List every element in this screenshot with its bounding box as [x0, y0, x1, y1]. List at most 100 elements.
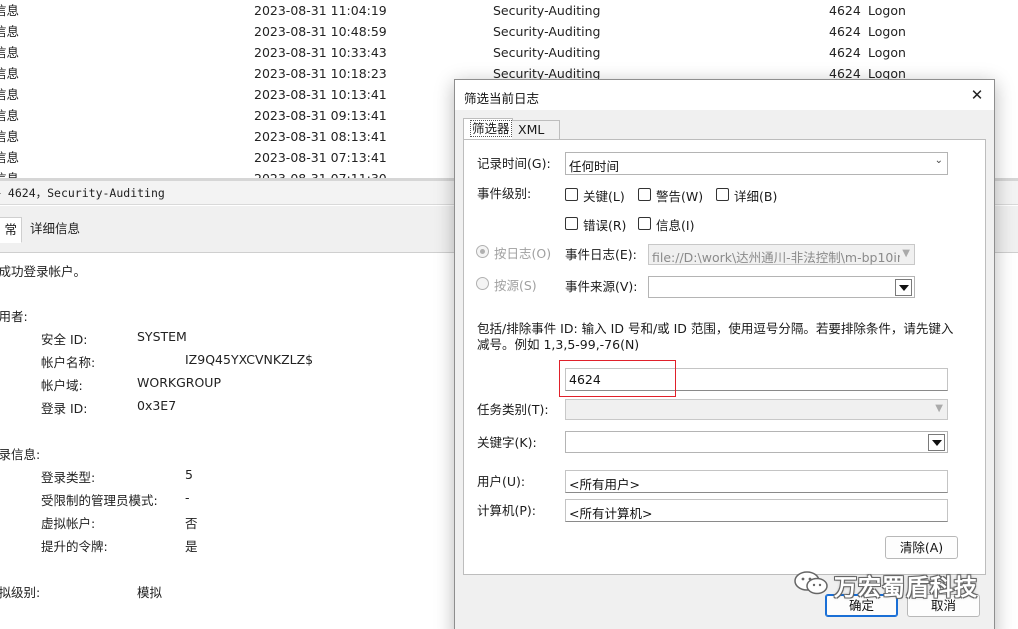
- event-sources-label: 事件来源(V):: [565, 279, 638, 294]
- event-category: Logon: [868, 24, 906, 39]
- close-icon[interactable]: ✕: [966, 84, 988, 106]
- desc-value: SYSTEM: [137, 329, 187, 344]
- verbose-checkbox[interactable]: [716, 188, 729, 201]
- task-category-label: 任务类别(T):: [477, 402, 549, 417]
- desc-label: 登录 ID:: [41, 401, 88, 416]
- task-category-select[interactable]: ▼: [565, 399, 948, 420]
- event-level: 信息: [0, 108, 20, 123]
- tab-details[interactable]: 详细信息: [26, 217, 84, 243]
- event-date: 2023-08-31 09:13:41: [254, 108, 387, 123]
- keywords-label: 关键字(K):: [477, 435, 537, 450]
- event-level: 信息: [0, 168, 19, 178]
- desc-label: 帐户域:: [41, 378, 83, 393]
- desc-label: 模拟级别:: [0, 585, 41, 600]
- desc-intro: 已成功登录帐户。: [0, 264, 87, 279]
- event-source: Security-Auditing: [493, 3, 601, 18]
- desc-value: WORKGROUP: [137, 375, 221, 390]
- by-source-radio[interactable]: [476, 277, 489, 290]
- tab-filter-label: 筛选器: [470, 120, 512, 137]
- tab-xml[interactable]: XML: [512, 120, 560, 140]
- dialog-title: 筛选当前日志: [464, 91, 540, 106]
- by-source-label: 按源(S): [494, 278, 537, 293]
- desc-value: IZ9Q45YXCVNKZLZ$: [185, 352, 314, 367]
- critical-checkbox[interactable]: [565, 188, 578, 201]
- event-logs-select[interactable]: file://D:\work\达州通川-非法控制\m-bp10inc ▼: [648, 244, 915, 265]
- desc-label: 提升的令牌:: [41, 539, 108, 554]
- event-level-label: 事件级别:: [477, 186, 532, 201]
- event-date: 2023-08-31 07:11:30: [254, 168, 387, 178]
- desc-value: 否: [185, 516, 198, 531]
- highlight-annotation: [559, 360, 676, 397]
- event-date: 2023-08-31 10:18:23: [254, 66, 387, 81]
- filter-dialog: 筛选当前日志 ✕ 筛选器 XML 记录时间(G): 任何时间 ⌄ 事件级别: 关…: [454, 79, 995, 629]
- chevron-down-icon[interactable]: [895, 279, 912, 296]
- logged-value: 任何时间: [569, 159, 620, 174]
- event-id: 4624: [829, 3, 861, 18]
- event-date: 2023-08-31 10:33:43: [254, 45, 387, 60]
- keywords-select[interactable]: [565, 431, 948, 453]
- verbose-label: 详细(B): [734, 189, 778, 204]
- info-label: 信息(I): [656, 218, 695, 233]
- chevron-down-icon: ▼: [935, 403, 943, 414]
- info-checkbox[interactable]: [638, 217, 651, 230]
- event-level: 信息: [0, 45, 20, 60]
- logged-label: 记录时间(G):: [477, 156, 551, 171]
- event-level: 信息: [0, 3, 20, 18]
- desc-label: 帐户名称:: [41, 355, 96, 370]
- event-date: 2023-08-31 11:04:19: [254, 3, 387, 18]
- event-date: 2023-08-31 08:13:41: [254, 129, 387, 144]
- wechat-icon: [794, 571, 828, 595]
- warning-checkbox[interactable]: [638, 188, 651, 201]
- desc-value: 5: [185, 467, 193, 482]
- desc-subject: 使用者:: [0, 309, 28, 324]
- clear-button[interactable]: 清除(A): [885, 536, 958, 559]
- desc-value: -: [185, 490, 190, 505]
- desc-logon-info: 登录信息:: [0, 447, 41, 462]
- event-source: Security-Auditing: [493, 45, 601, 60]
- chevron-down-icon[interactable]: [928, 434, 945, 451]
- tab-general[interactable]: 常规: [0, 217, 22, 243]
- event-id: 4624: [829, 45, 861, 60]
- event-row[interactable]: 信息 2023-08-31 10:33:43 Security-Auditing…: [0, 42, 1018, 63]
- event-id: 4624: [829, 24, 861, 39]
- desc-label: 虚拟帐户:: [41, 516, 96, 531]
- computer-value: <所有计算机>: [569, 506, 653, 521]
- warning-label: 警告(W): [656, 189, 704, 204]
- event-row[interactable]: 信息 2023-08-31 11:04:19 Security-Auditing…: [0, 0, 1018, 21]
- user-label: 用户(U):: [477, 474, 526, 489]
- user-input[interactable]: <所有用户>: [565, 470, 948, 493]
- include-hint-line2: 减号。例如 1,3,5-99,-76(N): [477, 337, 640, 352]
- event-date: 2023-08-31 10:48:59: [254, 24, 387, 39]
- desc-value: 模拟: [137, 585, 163, 600]
- event-category: Logon: [868, 45, 906, 60]
- by-log-label: 按日志(O): [494, 246, 552, 261]
- event-level: 信息: [0, 150, 20, 165]
- by-log-radio[interactable]: [476, 245, 489, 258]
- event-source: Security-Auditing: [493, 24, 601, 39]
- event-sources-select[interactable]: [648, 276, 915, 298]
- filter-panel: 记录时间(G): 任何时间 ⌄ 事件级别: 关键(L) 警告(W) 详细(B) …: [463, 139, 986, 575]
- event-row[interactable]: 信息 2023-08-31 10:48:59 Security-Auditing…: [0, 21, 1018, 42]
- desc-value: 是: [185, 539, 198, 554]
- event-level: 信息: [0, 66, 20, 81]
- dialog-titlebar[interactable]: 筛选当前日志 ✕: [455, 80, 994, 110]
- error-checkbox[interactable]: [565, 217, 578, 230]
- chevron-down-icon: ▼: [902, 248, 910, 259]
- event-logs-label: 事件日志(E):: [565, 247, 637, 262]
- error-label: 错误(R): [583, 218, 627, 233]
- event-detail-title: 事件 4624，Security-Auditing: [0, 186, 165, 200]
- computer-label: 计算机(P):: [477, 503, 537, 518]
- event-category: Logon: [868, 3, 906, 18]
- desc-label: 安全 ID:: [41, 332, 88, 347]
- critical-label: 关键(L): [583, 189, 625, 204]
- chevron-down-icon: ⌄: [934, 155, 943, 166]
- event-logs-value: file://D:\work\达州通川-非法控制\m-bp10inc: [652, 250, 900, 265]
- logged-select[interactable]: 任何时间 ⌄: [565, 152, 948, 175]
- watermark-text: 万宏蜀盾科技: [834, 575, 978, 601]
- event-date: 2023-08-31 07:13:41: [254, 150, 387, 165]
- tab-filter[interactable]: 筛选器: [463, 118, 513, 140]
- computer-input[interactable]: <所有计算机>: [565, 499, 948, 522]
- desc-label: 登录类型:: [41, 470, 96, 485]
- event-level: 信息: [0, 24, 20, 39]
- user-value: <所有用户>: [569, 477, 640, 492]
